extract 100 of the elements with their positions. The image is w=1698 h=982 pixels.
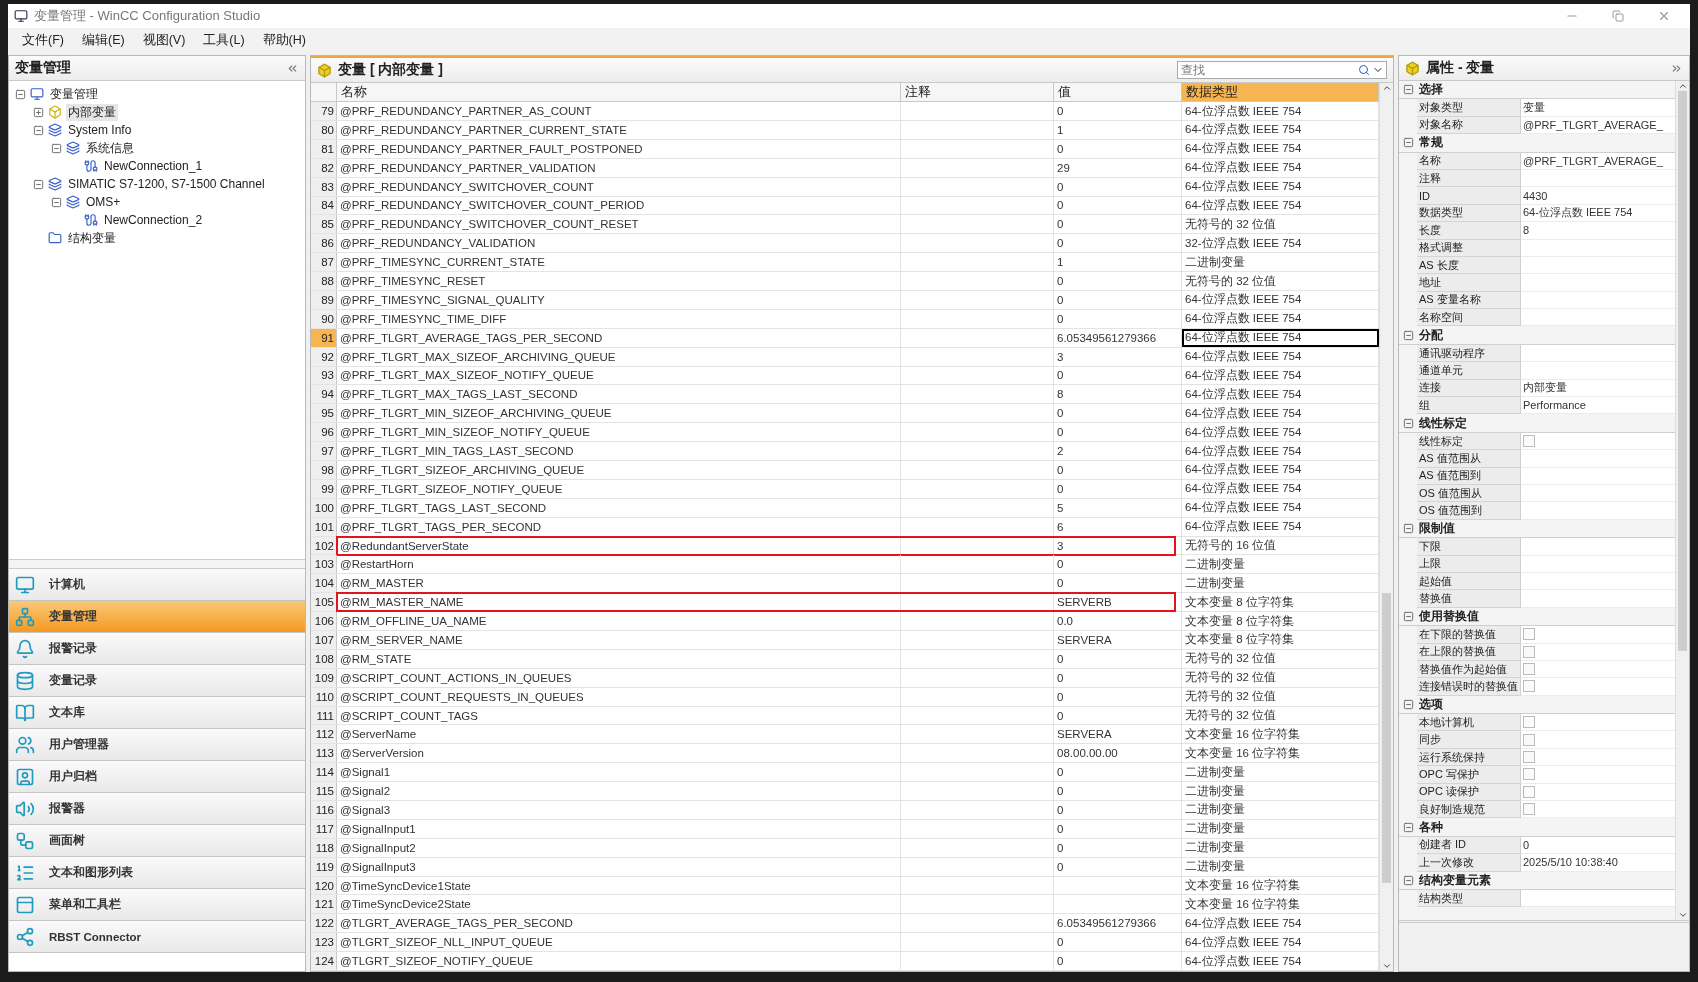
row-number: 115 — [311, 782, 337, 801]
tree-item[interactable]: 结构变量 — [66, 229, 118, 247]
name-cell: @SCRIPT_COUNT_ACTIONS_IN_QUEUES — [337, 668, 901, 687]
column-header[interactable]: 名称 — [337, 83, 901, 102]
property-value-field[interactable] — [1521, 538, 1675, 556]
tree-item[interactable]: NewConnection_2 — [102, 213, 205, 227]
property-value-field[interactable]: 2025/5/10 10:38:40 — [1521, 854, 1675, 872]
collapse-icon[interactable] — [1402, 522, 1414, 534]
property-value-field[interactable] — [1521, 274, 1675, 292]
splitter[interactable] — [9, 559, 305, 569]
checkbox[interactable] — [1523, 435, 1535, 447]
scrollbar[interactable] — [1675, 81, 1689, 920]
tree-item[interactable]: 系统信息 — [84, 139, 136, 157]
nav-button[interactable]: 画面树 — [9, 825, 305, 857]
scroll-thumb[interactable] — [1678, 91, 1687, 651]
nav-button[interactable]: RBST Connector — [9, 921, 305, 953]
nav-button[interactable]: 用户管理器 — [9, 729, 305, 761]
name-cell: @TLGRT_SIZEOF_NOTIFY_QUEUE — [337, 952, 901, 971]
tree-item[interactable]: System Info — [66, 123, 134, 137]
name-cell: @PRF_TLGRT_TAGS_PER_SECOND — [337, 517, 901, 536]
collapse-icon[interactable] — [33, 124, 44, 136]
property-label: 名称空间 — [1417, 309, 1521, 327]
nav-button[interactable]: 变量记录 — [9, 665, 305, 697]
menu-item[interactable]: 文件(F) — [16, 29, 70, 51]
scroll-down-icon[interactable] — [1381, 961, 1392, 971]
collapse-icon[interactable] — [1402, 698, 1414, 710]
collapse-icon[interactable] — [1402, 417, 1414, 429]
collapse-icon[interactable] — [15, 88, 26, 100]
tree-item[interactable]: 变量管理 — [48, 85, 100, 103]
menu-item[interactable]: 视图(V) — [136, 29, 192, 51]
scroll-down-icon[interactable] — [1677, 910, 1688, 920]
collapse-icon[interactable] — [1402, 329, 1414, 341]
property-value-field[interactable] — [1521, 678, 1675, 696]
menu-item[interactable]: 帮助(H) — [256, 29, 312, 51]
collapse-icon[interactable] — [51, 196, 62, 208]
scroll-up-icon[interactable] — [1381, 83, 1392, 93]
search-field[interactable]: 查找 — [1177, 61, 1387, 79]
checkbox[interactable] — [1523, 751, 1535, 764]
property-value-field[interactable] — [1521, 590, 1675, 608]
row-number: 113 — [311, 744, 337, 763]
nav-button[interactable]: 用户归档 — [9, 761, 305, 793]
name-cell: @RM_MASTER — [337, 574, 901, 593]
tree-item[interactable]: SIMATIC S7-1200, S7-1500 Channel — [66, 177, 267, 191]
collapse-icon[interactable] — [51, 142, 62, 154]
collapse-icon[interactable] — [1402, 821, 1414, 833]
tree-item[interactable]: 内部变量 — [66, 103, 118, 121]
tree-item[interactable]: OMS+ — [84, 195, 123, 209]
name-cell: @Signal2 — [337, 782, 901, 801]
search-icon[interactable] — [1358, 64, 1370, 76]
property-value-field[interactable] — [1521, 450, 1675, 468]
name-cell: @PRF_TLGRT_SIZEOF_ARCHIVING_QUEUE — [337, 461, 901, 479]
checkbox[interactable] — [1523, 768, 1535, 781]
column-header[interactable]: 数据类型 — [1182, 83, 1379, 102]
property-value-field[interactable] — [1521, 731, 1675, 749]
row-number: 114 — [311, 763, 337, 782]
collapse-icon[interactable] — [1402, 874, 1414, 886]
collapse-icon[interactable] — [1402, 610, 1414, 622]
name-cell: @PRF_TLGRT_TAGS_LAST_SECOND — [337, 498, 901, 517]
property-value-field[interactable]: 8 — [1521, 222, 1675, 240]
property-value-field[interactable]: Performance — [1521, 397, 1675, 415]
checkbox[interactable] — [1523, 628, 1535, 641]
expand-icon[interactable] — [33, 106, 44, 118]
menu-item[interactable]: 工具(L) — [197, 29, 251, 51]
checkbox[interactable] — [1523, 803, 1535, 816]
property-value-field[interactable]: 4430 — [1521, 187, 1675, 205]
property-value-field[interactable] — [1521, 502, 1675, 520]
checkbox[interactable] — [1523, 716, 1535, 729]
checkbox[interactable] — [1523, 663, 1535, 676]
value-cell: 8 — [1054, 385, 1182, 404]
property-value-field[interactable]: 变量 — [1521, 99, 1675, 117]
nav-button[interactable]: 变量管理 — [9, 601, 305, 633]
checkbox[interactable] — [1523, 785, 1535, 798]
checkbox[interactable] — [1523, 645, 1535, 658]
property-value-field[interactable] — [1521, 801, 1675, 819]
nav-button[interactable]: 报警记录 — [9, 633, 305, 665]
tree-item[interactable]: NewConnection_1 — [102, 159, 205, 173]
menu-item[interactable]: 编辑(E) — [75, 29, 131, 51]
scrollbar[interactable] — [1379, 83, 1393, 971]
nav-button[interactable]: 报警器 — [9, 793, 305, 825]
app-icon — [14, 9, 28, 23]
checkbox[interactable] — [1523, 733, 1535, 746]
property-value-field[interactable] — [1521, 362, 1675, 380]
collapse-icon[interactable] — [1402, 137, 1414, 149]
scroll-up-icon[interactable] — [1677, 81, 1688, 91]
checkbox[interactable] — [1523, 680, 1535, 693]
name-cell: @PRF_TLGRT_MIN_TAGS_LAST_SECOND — [337, 442, 901, 460]
property-value-field[interactable] — [1521, 714, 1675, 732]
nav-button[interactable]: 文本库 — [9, 697, 305, 729]
collapse-icon[interactable] — [33, 178, 44, 190]
value-cell: 6.05349561279366 — [1054, 328, 1182, 347]
property-value-field[interactable] — [1521, 766, 1675, 784]
nav-button[interactable]: 菜单和工具栏 — [9, 889, 305, 921]
property-value-field[interactable] — [1521, 309, 1675, 327]
property-value-field[interactable] — [1521, 626, 1675, 644]
nav-button[interactable]: 文本和图形列表 — [9, 857, 305, 889]
column-header[interactable]: 注释 — [901, 83, 1054, 102]
nav-button[interactable]: 计算机 — [9, 569, 305, 601]
collapse-icon[interactable] — [1402, 84, 1414, 96]
scroll-thumb[interactable] — [1382, 593, 1391, 883]
value-cell: 0 — [1054, 819, 1182, 838]
